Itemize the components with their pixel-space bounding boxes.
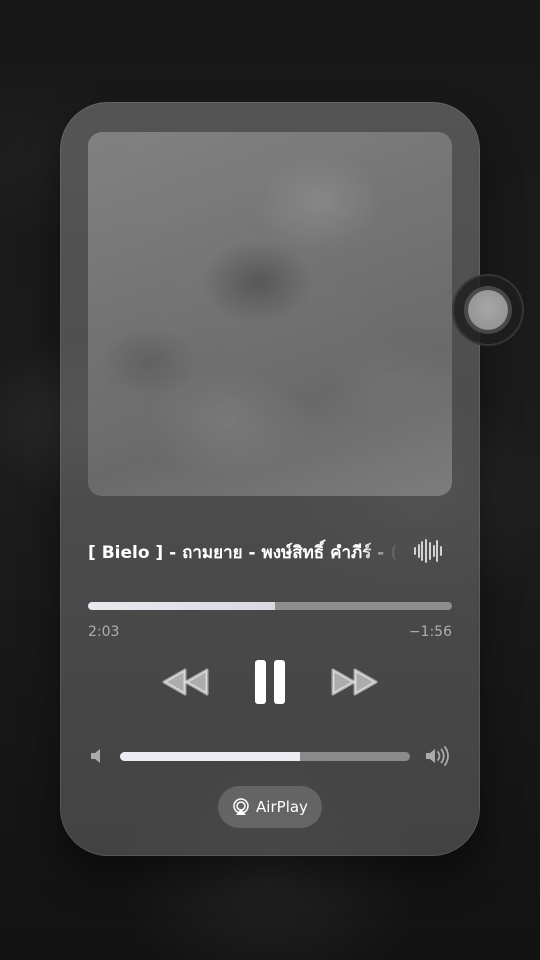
playback-progress-fill xyxy=(88,602,276,610)
airplay-icon xyxy=(233,798,249,815)
title-row: [ Bielo ] - ถามยาย - พงษ์สิทธิ์ คำภีร์ -… xyxy=(88,534,452,568)
rewind-button[interactable] xyxy=(158,654,214,710)
album-artwork xyxy=(88,132,452,496)
volume-slider[interactable] xyxy=(120,752,410,761)
forward-icon xyxy=(331,668,378,696)
playback-progress-bar[interactable] xyxy=(88,602,452,610)
forward-button[interactable] xyxy=(326,654,382,710)
pause-button[interactable] xyxy=(246,654,294,710)
waveform-icon[interactable] xyxy=(414,538,442,564)
track-title[interactable]: [ Bielo ] - ถามยาย - พงษ์สิทธิ์ คำภีร์ -… xyxy=(88,539,398,566)
volume-row xyxy=(88,744,452,768)
volume-slider-fill xyxy=(120,752,300,761)
pause-icon xyxy=(251,660,289,704)
speaker-low-icon xyxy=(91,749,100,763)
airplay-button[interactable]: AirPlay xyxy=(218,786,322,828)
remaining-time: −1:56 xyxy=(408,624,452,640)
speaker-high-icon xyxy=(426,746,449,766)
transport-controls xyxy=(60,654,480,710)
now-playing-card: [ Bielo ] - ถามยาย - พงษ์สิทธิ์ คำภีร์ -… xyxy=(60,102,480,856)
backward-icon xyxy=(162,668,209,696)
assistive-touch-icon[interactable] xyxy=(452,274,524,346)
elapsed-time: 2:03 xyxy=(88,624,120,640)
airplay-label: AirPlay xyxy=(256,798,308,816)
